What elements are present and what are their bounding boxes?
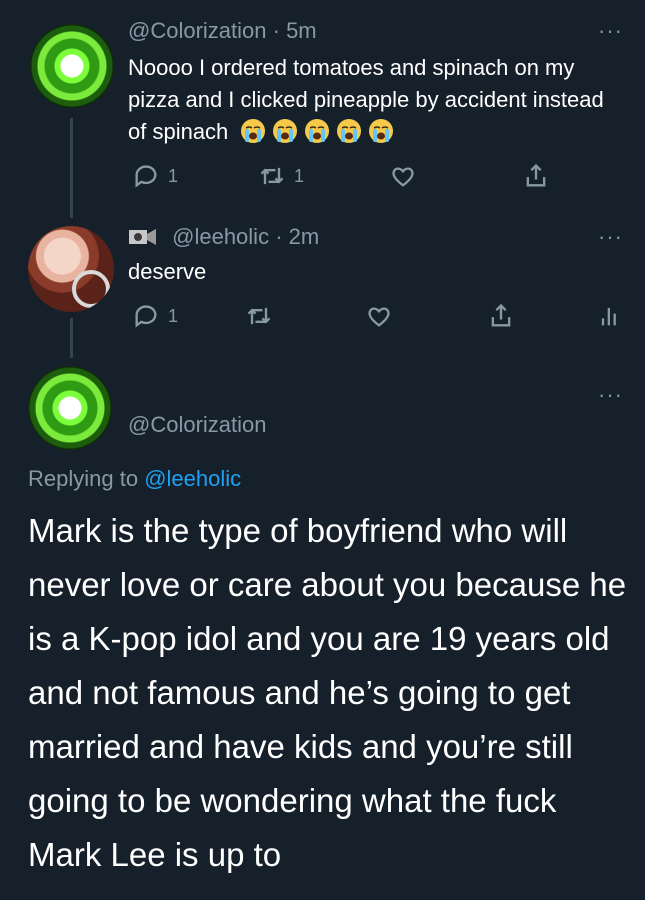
thread-line bbox=[70, 118, 73, 218]
video-camera-icon bbox=[129, 229, 156, 245]
reply-button[interactable]: 1 bbox=[132, 302, 178, 330]
replying-to-label: Replying to bbox=[28, 466, 139, 491]
avatar[interactable] bbox=[28, 366, 112, 450]
reply-icon bbox=[135, 165, 157, 188]
author-handle[interactable]: @Colorization bbox=[128, 18, 267, 43]
more-options-button[interactable]: ··· bbox=[598, 224, 623, 250]
analytics-button[interactable] bbox=[596, 302, 624, 330]
author-handle[interactable]: @leeholic bbox=[172, 224, 269, 249]
avatar[interactable] bbox=[28, 226, 114, 312]
timestamp[interactable]: · 2m bbox=[275, 224, 319, 249]
heart-icon bbox=[368, 307, 390, 327]
loudly-crying-face-icon bbox=[337, 119, 362, 143]
replying-to-handle[interactable]: @leeholic bbox=[144, 466, 241, 491]
share-icon bbox=[526, 163, 546, 187]
tweet-text: deserve bbox=[128, 259, 207, 284]
avatar-ring bbox=[72, 270, 110, 308]
loudly-crying-face-icon bbox=[305, 119, 330, 143]
tweet-text: Mark is the type of boyfriend who will n… bbox=[28, 512, 627, 873]
like-button[interactable] bbox=[389, 162, 417, 190]
timestamp[interactable]: · 5m bbox=[273, 18, 317, 43]
reply-button[interactable]: 1 bbox=[132, 162, 178, 190]
share-icon bbox=[491, 303, 511, 327]
emoji-row bbox=[234, 119, 394, 144]
author-handle[interactable]: @Colorization bbox=[128, 412, 267, 438]
tweet-text: Noooo I ordered tomatoes and spinach on … bbox=[128, 52, 628, 148]
loudly-crying-face-icon bbox=[369, 119, 394, 143]
replying-to: Replying to @leeholic bbox=[28, 466, 241, 492]
reply-count: 1 bbox=[168, 305, 179, 326]
heart-icon bbox=[392, 167, 414, 187]
share-button[interactable] bbox=[522, 162, 550, 190]
avatar[interactable] bbox=[30, 24, 114, 108]
retweet-button[interactable]: 1 bbox=[258, 162, 304, 190]
share-button[interactable] bbox=[487, 302, 515, 330]
retweet-button[interactable] bbox=[245, 302, 273, 330]
thread-line bbox=[70, 318, 73, 358]
retweet-count: 1 bbox=[294, 165, 305, 186]
analytics-icon bbox=[601, 307, 616, 326]
reply-count: 1 bbox=[168, 165, 179, 186]
loudly-crying-face-icon bbox=[273, 119, 298, 143]
tweet-header: @leeholic · 2m bbox=[128, 224, 319, 250]
more-options-button[interactable]: ··· bbox=[598, 18, 623, 44]
like-button[interactable] bbox=[365, 302, 393, 330]
tweet-header: @Colorization · 5m bbox=[128, 18, 317, 44]
retweet-icon bbox=[260, 167, 284, 185]
loudly-crying-face-icon bbox=[241, 119, 266, 143]
retweet-icon bbox=[247, 307, 271, 325]
reply-icon bbox=[135, 305, 157, 328]
more-options-button[interactable]: ··· bbox=[598, 382, 623, 408]
